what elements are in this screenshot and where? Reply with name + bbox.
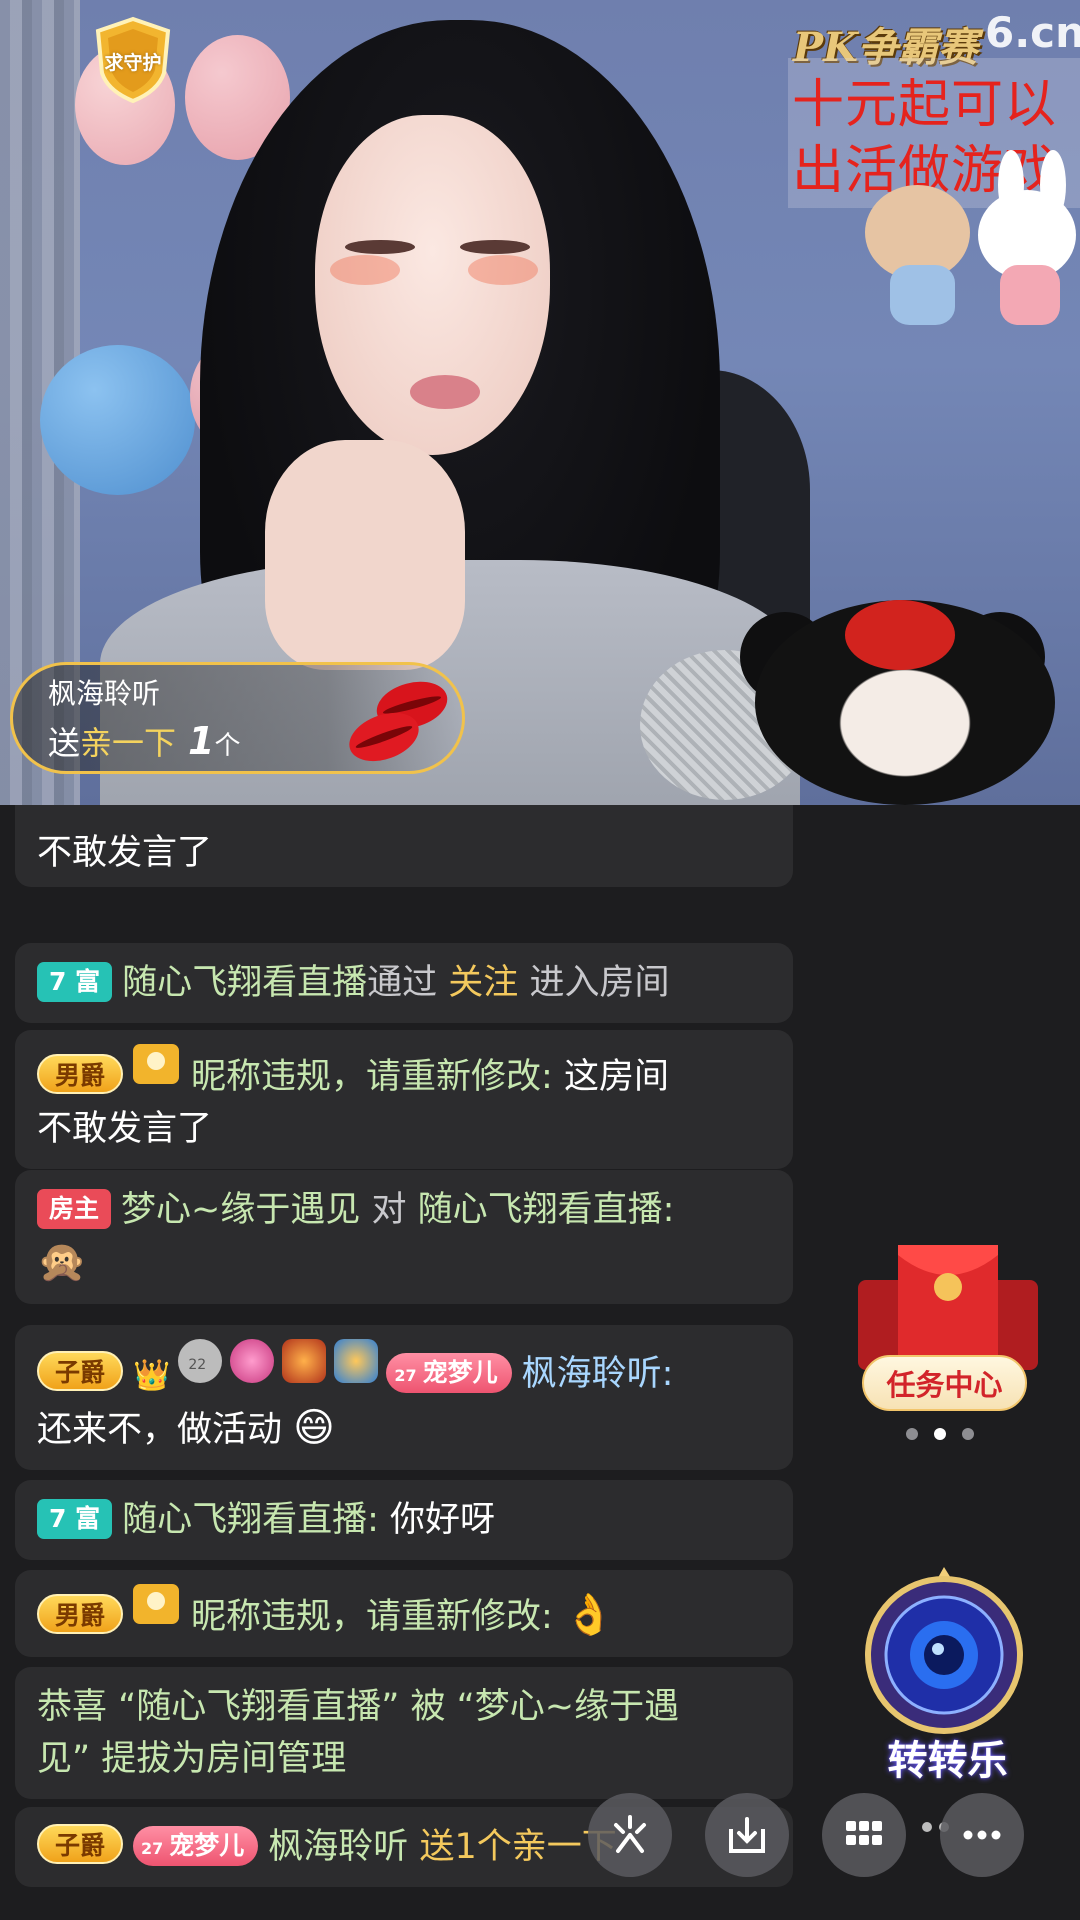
lucky-wheel-label[interactable]: 转转乐 xyxy=(850,1728,1045,1786)
gift-send-word: 送 xyxy=(48,724,81,762)
chat-message: 房主 梦心~缘于遇见 对 随心飞翔看直播: 🙊 xyxy=(15,1170,793,1304)
more-button[interactable] xyxy=(940,1793,1024,1877)
chat-message: 男爵 昵称违规，请重新修改: 这房间 不敢发言了 xyxy=(15,1030,793,1169)
noble-rank-tag: 男爵 xyxy=(37,1054,124,1094)
username[interactable]: 随心飞翔看直播: xyxy=(122,1500,379,1540)
gift-name: 亲一下 xyxy=(80,724,177,762)
share-icon xyxy=(614,1815,646,1853)
guard-level-icon: 22 xyxy=(178,1339,223,1383)
chat-message: 子爵 👑 22 27 宠梦儿 枫海聆听: 还来不，做活动 😄 xyxy=(15,1325,793,1470)
gift-unit: 个 xyxy=(214,731,241,761)
follow-link[interactable]: 关注 xyxy=(448,963,518,1003)
username[interactable]: 昵称违规，请重新修改: xyxy=(191,1597,553,1637)
live-room-screen: { "video": { "guard_badge": "求守护", "pk_l… xyxy=(0,0,1080,1920)
live-video-stream[interactable]: 求守护 PK争霸赛 6.cn 十元起可以 出活做游戏 枫海聆听 送亲一下 1个 xyxy=(0,0,1080,805)
more-icon xyxy=(963,1830,1001,1840)
message-text: 对 xyxy=(371,1190,407,1230)
bunny-sticker-body xyxy=(1000,265,1060,325)
guard-label[interactable]: 求守护 xyxy=(92,48,174,75)
blush xyxy=(468,255,538,285)
promo-text: 十元起可以 xyxy=(792,75,1058,135)
streamer-hand xyxy=(265,440,465,670)
carousel-dots xyxy=(906,1428,986,1442)
message-text: 见” 提拔为房间管理 xyxy=(37,1739,347,1779)
message-text: 还来不，做活动 xyxy=(37,1410,283,1450)
message-text: 不敢发言了 xyxy=(37,833,213,873)
rich-level-tag: 7 富 xyxy=(37,1499,113,1539)
guard-level-text: 22 xyxy=(188,1357,207,1373)
download-icon xyxy=(729,1817,765,1853)
username[interactable]: 随心飞翔看直播: xyxy=(418,1190,675,1230)
message-text: 不敢发言了 xyxy=(37,1109,213,1149)
download-button[interactable] xyxy=(705,1793,789,1877)
share-button[interactable] xyxy=(588,1793,672,1877)
gift-send-line: 送亲一下 1个 xyxy=(48,718,241,764)
emoji: 🙊 xyxy=(37,1239,87,1285)
grid-icon xyxy=(846,1821,882,1845)
heart-badge-icon xyxy=(230,1339,275,1383)
fan-badge-icon xyxy=(282,1339,327,1383)
user-avatar-icon xyxy=(133,1044,180,1084)
username[interactable]: 梦心~缘于遇见 xyxy=(121,1190,360,1230)
pet-tag: 27 宠梦儿 xyxy=(386,1353,512,1393)
noble-rank-tag: 子爵 xyxy=(37,1351,124,1391)
username[interactable]: 枫海聆听 xyxy=(268,1827,408,1867)
carousel-dot xyxy=(906,1428,918,1440)
pet-name: 宠梦儿 xyxy=(422,1358,498,1387)
chat-message: 7 富随心飞翔看直播通过 关注 进入房间 xyxy=(15,943,793,1023)
bear-sticker-body xyxy=(890,265,955,325)
blush xyxy=(330,255,400,285)
username[interactable]: 昵称违规，请重新修改: xyxy=(191,1057,553,1097)
doll-bow xyxy=(845,600,955,670)
noble-rank-tag: 子爵 xyxy=(37,1824,124,1864)
carousel-dot xyxy=(962,1428,974,1440)
username[interactable]: 随心飞翔看直播 xyxy=(122,963,367,1003)
message-text: 恭喜 “随心飞翔看直播” 被 “梦心~缘于遇 xyxy=(37,1687,680,1727)
system-message: 恭喜 “随心飞翔看直播” 被 “梦心~缘于遇 见” 提拔为房间管理 xyxy=(15,1667,793,1799)
kiss-lips-icon xyxy=(349,681,448,762)
chat-message: 不敢发言了 xyxy=(15,805,793,887)
carousel-dot-active xyxy=(934,1428,946,1440)
lips xyxy=(410,375,480,409)
message-text: 你好呀 xyxy=(390,1500,496,1540)
pet-tag: 27 宠梦儿 xyxy=(133,1826,259,1866)
chat-message: 男爵 昵称违规，请重新修改: 👌 xyxy=(15,1570,793,1657)
balloon xyxy=(40,345,195,495)
message-text: 这房间 xyxy=(563,1057,669,1097)
gift-count: 1 xyxy=(188,719,215,763)
emoji: 😄 xyxy=(293,1405,335,1451)
pet-level: 27 xyxy=(394,1366,417,1385)
gift-sender-name: 枫海聆听 xyxy=(48,677,161,710)
username[interactable]: 枫海聆听: xyxy=(522,1354,674,1394)
lucky-wheel-icon[interactable] xyxy=(862,1565,1027,1740)
crown-icon: 👑 xyxy=(133,1358,171,1393)
star-badge-icon xyxy=(334,1339,379,1383)
message-text: 进入房间 xyxy=(529,963,670,1003)
noble-rank-tag: 男爵 xyxy=(37,1594,124,1634)
host-tag: 房主 xyxy=(37,1189,112,1229)
apps-button[interactable] xyxy=(822,1793,906,1877)
message-text: 通过 xyxy=(367,963,438,1003)
user-avatar-icon xyxy=(133,1584,180,1624)
chat-message: 子爵 27 宠梦儿 枫海聆听 送1个亲一下 xyxy=(15,1807,793,1887)
chat-message: 7 富随心飞翔看直播: 你好呀 xyxy=(15,1480,793,1560)
eye xyxy=(345,240,415,254)
site-logo: 6.cn xyxy=(985,8,1080,57)
emoji: 👌 xyxy=(563,1592,614,1638)
pet-name: 宠梦儿 xyxy=(169,1831,245,1860)
eye xyxy=(460,240,530,254)
pet-level: 27 xyxy=(141,1839,164,1858)
task-center-button[interactable]: 任务中心 xyxy=(862,1355,1027,1411)
rich-level-tag: 7 富 xyxy=(37,962,113,1002)
